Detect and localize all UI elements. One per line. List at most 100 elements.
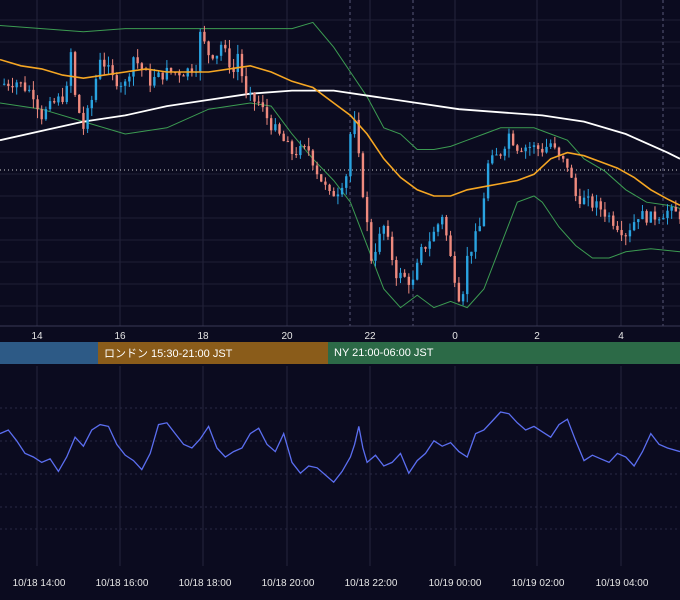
- candle-body: [666, 210, 669, 219]
- candle-body: [153, 76, 156, 86]
- candle-body: [57, 96, 60, 103]
- candle-body: [637, 219, 640, 223]
- candle-body: [28, 89, 31, 91]
- candle-body: [19, 82, 23, 84]
- candle-body: [307, 146, 310, 151]
- candle-body: [545, 146, 548, 153]
- candle-body: [536, 145, 540, 149]
- candle-body: [599, 201, 602, 210]
- candle-body: [294, 153, 298, 156]
- candle-body: [32, 89, 35, 100]
- osc-time-tick-label: 10/18 14:00: [12, 578, 66, 589]
- time-tick-label: 16: [114, 331, 126, 341]
- candle-body: [203, 31, 206, 42]
- candle-body: [603, 209, 607, 217]
- candle-body: [578, 196, 582, 205]
- candle-body: [207, 41, 210, 56]
- candle-body: [136, 57, 139, 64]
- candle-body: [265, 107, 269, 119]
- candle-body: [436, 224, 440, 232]
- candle-body: [587, 196, 590, 198]
- price-chart[interactable]: [0, 0, 680, 330]
- candle-body: [215, 55, 219, 59]
- oscillator-line: [0, 411, 680, 484]
- candle-body: [516, 145, 519, 151]
- candle-body: [219, 44, 223, 56]
- candle-body: [620, 230, 623, 236]
- oscillator-chart[interactable]: [0, 366, 680, 566]
- candle-body: [370, 222, 373, 261]
- candle-body: [570, 167, 573, 178]
- candle-body: [365, 196, 369, 223]
- candle-body: [2, 83, 6, 85]
- candle-body: [632, 222, 636, 231]
- candle-body: [82, 112, 85, 129]
- candle-body: [244, 76, 248, 94]
- candle-body: [478, 226, 481, 232]
- candle-body: [499, 154, 502, 156]
- candle-body: [495, 154, 498, 156]
- osc-time-tick-label: 10/18 22:00: [344, 578, 398, 589]
- candle-body: [382, 225, 386, 234]
- osc-time-tick-label: 10/19 02:00: [511, 578, 565, 589]
- candle-body: [165, 67, 169, 80]
- candle-body: [612, 215, 615, 226]
- candle-body: [407, 276, 411, 285]
- candle-body: [315, 165, 319, 175]
- candle-body: [378, 233, 381, 252]
- candle-body: [7, 83, 10, 87]
- candle-body: [390, 236, 394, 261]
- osc-time-tick-label: 10/19 04:00: [595, 578, 649, 589]
- candle-body: [161, 72, 164, 80]
- candle-body: [140, 63, 144, 70]
- candle-body: [511, 133, 515, 146]
- candle-body: [653, 211, 657, 220]
- candle-body: [470, 251, 473, 256]
- candle-body: [415, 262, 419, 280]
- candle-body: [670, 206, 673, 211]
- candle-body: [624, 235, 627, 237]
- candle-body: [269, 118, 273, 131]
- candle-body: [290, 141, 294, 154]
- candle-body: [374, 251, 377, 261]
- band-upper: [0, 21, 680, 209]
- candle-body: [119, 85, 123, 87]
- candle-body: [491, 155, 494, 164]
- candle-body: [115, 75, 119, 87]
- candle-body: [595, 201, 598, 208]
- candle-body: [466, 255, 469, 295]
- candle-body: [549, 143, 552, 147]
- time-tick-label: 0: [452, 331, 458, 341]
- candle-body: [674, 206, 678, 212]
- candle-body: [616, 225, 619, 231]
- candle-body: [15, 82, 18, 88]
- osc-time-tick-label: 10/19 00:00: [428, 578, 482, 589]
- candle-body: [328, 184, 331, 192]
- candle-body: [524, 147, 527, 152]
- candle-body: [261, 102, 265, 108]
- candle-body: [23, 82, 27, 91]
- candle-body: [65, 85, 68, 103]
- time-tick-label: 22: [364, 331, 376, 341]
- candle-body: [482, 198, 486, 227]
- candle-body: [303, 145, 306, 147]
- candle-body: [236, 53, 239, 73]
- candle-body: [395, 260, 398, 279]
- candle-body: [123, 81, 127, 86]
- candle-body: [332, 191, 335, 197]
- time-tick-label: 20: [281, 331, 293, 341]
- candle-body: [657, 219, 661, 221]
- candle-body: [445, 216, 448, 236]
- candle-body: [211, 55, 214, 59]
- candle-body: [103, 59, 106, 67]
- candle-body: [274, 124, 277, 131]
- candle-body: [461, 294, 465, 302]
- candle-body: [532, 145, 536, 147]
- candle-body: [78, 94, 81, 113]
- candle-body: [257, 101, 260, 103]
- oscillator-time-axis: 10/18 14:00 10/18 16:00 10/18 18:00 10/18 2…: [0, 578, 680, 598]
- candle-body: [228, 48, 231, 68]
- candle-body: [224, 44, 227, 49]
- candle-body: [345, 176, 348, 188]
- candle-body: [182, 75, 185, 77]
